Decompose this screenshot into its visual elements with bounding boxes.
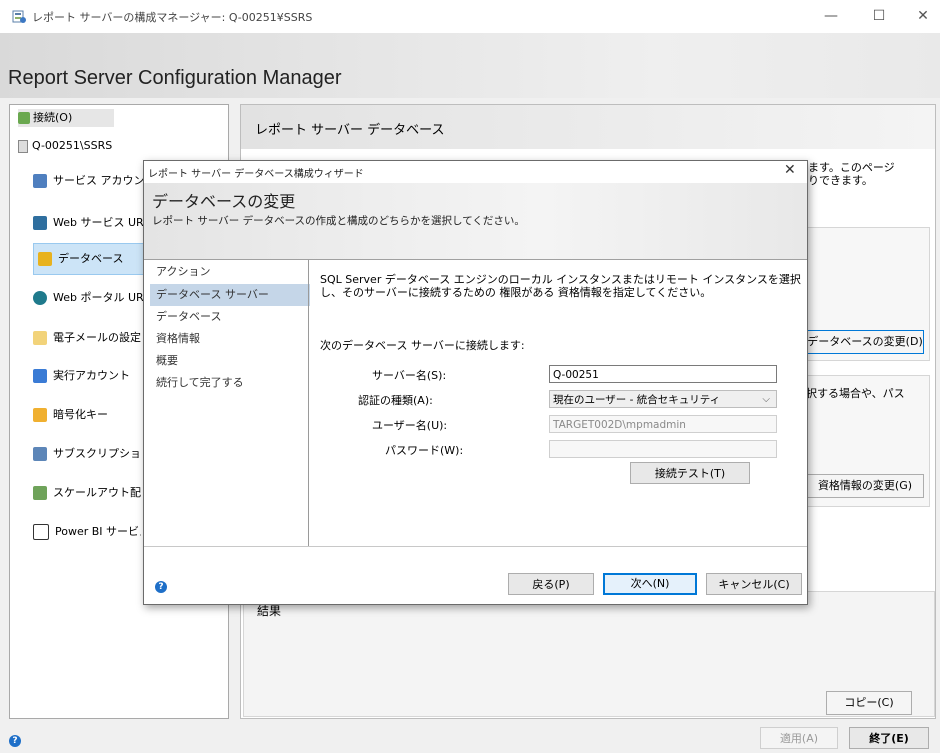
sidebar-item-database[interactable]: データベース	[33, 243, 149, 275]
main-banner: レポート サーバー データベース	[241, 105, 935, 149]
title-bar: レポート サーバーの構成マネージャー: Q-00251¥SSRS — ☐ ✕	[0, 0, 940, 33]
wizard-dialog: レポート サーバー データベース構成ウィザード ✕ データベースの変更 レポート…	[143, 160, 808, 605]
username-input[interactable]: TARGET002D\mpmadmin	[549, 415, 777, 433]
sidebar-item-label: スケールアウト配置	[53, 486, 141, 499]
sidebar-item-label: Web ポータル URL	[53, 291, 150, 304]
minimize-button[interactable]: —	[819, 6, 843, 26]
service-account-icon	[33, 174, 47, 188]
connect-button[interactable]: 接続(O)	[18, 109, 114, 127]
dialog-divider	[308, 260, 309, 546]
window-title: レポート サーバーの構成マネージャー: Q-00251¥SSRS	[32, 11, 313, 24]
sidebar-item-subscription[interactable]: サブスクリプションの	[33, 439, 141, 469]
connect-label: 接続(O)	[33, 111, 73, 124]
email-icon	[33, 331, 47, 345]
server-name-input[interactable]: Q-00251	[549, 365, 777, 383]
server-node[interactable]: Q-00251\SSRS	[18, 139, 112, 153]
server-icon	[18, 139, 28, 153]
password-label: パスワード(W):	[385, 444, 464, 457]
apply-button[interactable]: 適用(A)	[760, 727, 838, 749]
instruction-line-2: し、そのサーバーに接続するための 権限がある 資格情報を指定してください。	[320, 286, 712, 299]
dialog-footer-separator	[144, 546, 807, 547]
step-database[interactable]: データベース	[150, 306, 310, 328]
connect-icon	[18, 112, 30, 124]
web-portal-icon	[33, 291, 47, 305]
next-button[interactable]: 次へ(N)	[603, 573, 697, 595]
dialog-subheading: レポート サーバー データベースの作成と構成のどちらかを選択してください。	[152, 215, 525, 227]
change-credentials-button[interactable]: 資格情報の変更(G)	[806, 474, 924, 498]
scale-out-icon	[33, 486, 47, 500]
sidebar-item-power-bi[interactable]: Power BI サービス	[33, 517, 141, 547]
username-label: ユーザー名(U):	[372, 419, 448, 432]
exit-button[interactable]: 終了(E)	[849, 727, 929, 749]
step-action[interactable]: アクション	[150, 261, 310, 283]
cancel-button[interactable]: キャンセル(C)	[706, 573, 802, 595]
dialog-separator	[144, 259, 807, 260]
auth-type-label: 認証の種類(A):	[358, 394, 433, 407]
sidebar-item-label: 実行アカウント	[53, 369, 130, 382]
copy-button[interactable]: コピー(C)	[826, 691, 912, 715]
help-icon[interactable]: ?	[9, 735, 21, 747]
execution-account-icon	[33, 369, 47, 383]
chevron-down-icon: ⌵	[762, 394, 770, 405]
change-database-button[interactable]: データベースの変更(D)	[806, 330, 924, 354]
sidebar-item-label: 電子メールの設定	[53, 331, 141, 344]
close-button[interactable]: ✕	[911, 6, 935, 26]
subscription-icon	[33, 447, 47, 461]
results-label: 結果	[257, 604, 282, 618]
sidebar-item-scale-out[interactable]: スケールアウト配置	[33, 478, 141, 508]
dialog-close-button[interactable]: ✕	[784, 162, 796, 178]
server-label: Q-00251\SSRS	[32, 139, 113, 152]
server-name-label: サーバー名(S):	[372, 369, 447, 382]
dialog-help-icon[interactable]: ?	[155, 581, 167, 593]
step-summary[interactable]: 概要	[150, 350, 310, 372]
sidebar-item-label: サブスクリプションの	[53, 447, 141, 460]
power-bi-icon	[33, 524, 49, 540]
sidebar-item-label: データベース	[58, 252, 124, 265]
step-credentials[interactable]: 資格情報	[150, 328, 310, 350]
app-icon	[12, 9, 26, 23]
auth-type-value: 現在のユーザー - 統合セキュリティ	[553, 394, 721, 406]
main-desc-1: ます。このページ	[808, 161, 895, 174]
main-cred-text: 択する場合や、パス	[806, 387, 905, 400]
sidebar-item-label: 暗号化キー	[53, 408, 108, 421]
back-button[interactable]: 戻る(P)	[508, 573, 594, 595]
step-database-server[interactable]: データベース サーバー	[150, 284, 310, 306]
app-header: Report Server Configuration Manager	[0, 33, 940, 98]
auth-type-select[interactable]: 現在のユーザー - 統合セキュリティ ⌵	[549, 390, 777, 408]
sidebar-item-label: Web サービス URL	[53, 216, 150, 229]
sidebar-item-label: Power BI サービス	[55, 525, 141, 538]
database-icon	[38, 252, 52, 266]
web-service-url-icon	[33, 216, 47, 230]
main-desc-2: りできます。	[808, 174, 873, 187]
password-input[interactable]	[549, 440, 777, 458]
maximize-button[interactable]: ☐	[867, 6, 891, 26]
main-heading: レポート サーバー データベース	[255, 123, 445, 138]
app-title: Report Server Configuration Manager	[8, 67, 342, 89]
sidebar-item-label: サービス アカウント	[53, 174, 156, 187]
test-connection-button[interactable]: 接続テスト(T)	[630, 462, 750, 484]
step-finish[interactable]: 続行して完了する	[150, 372, 310, 394]
dialog-heading: データベースの変更	[152, 192, 296, 211]
connect-label: 次のデータベース サーバーに接続します:	[320, 339, 525, 352]
dialog-title: レポート サーバー データベース構成ウィザード	[148, 169, 364, 180]
encryption-key-icon	[33, 408, 47, 422]
